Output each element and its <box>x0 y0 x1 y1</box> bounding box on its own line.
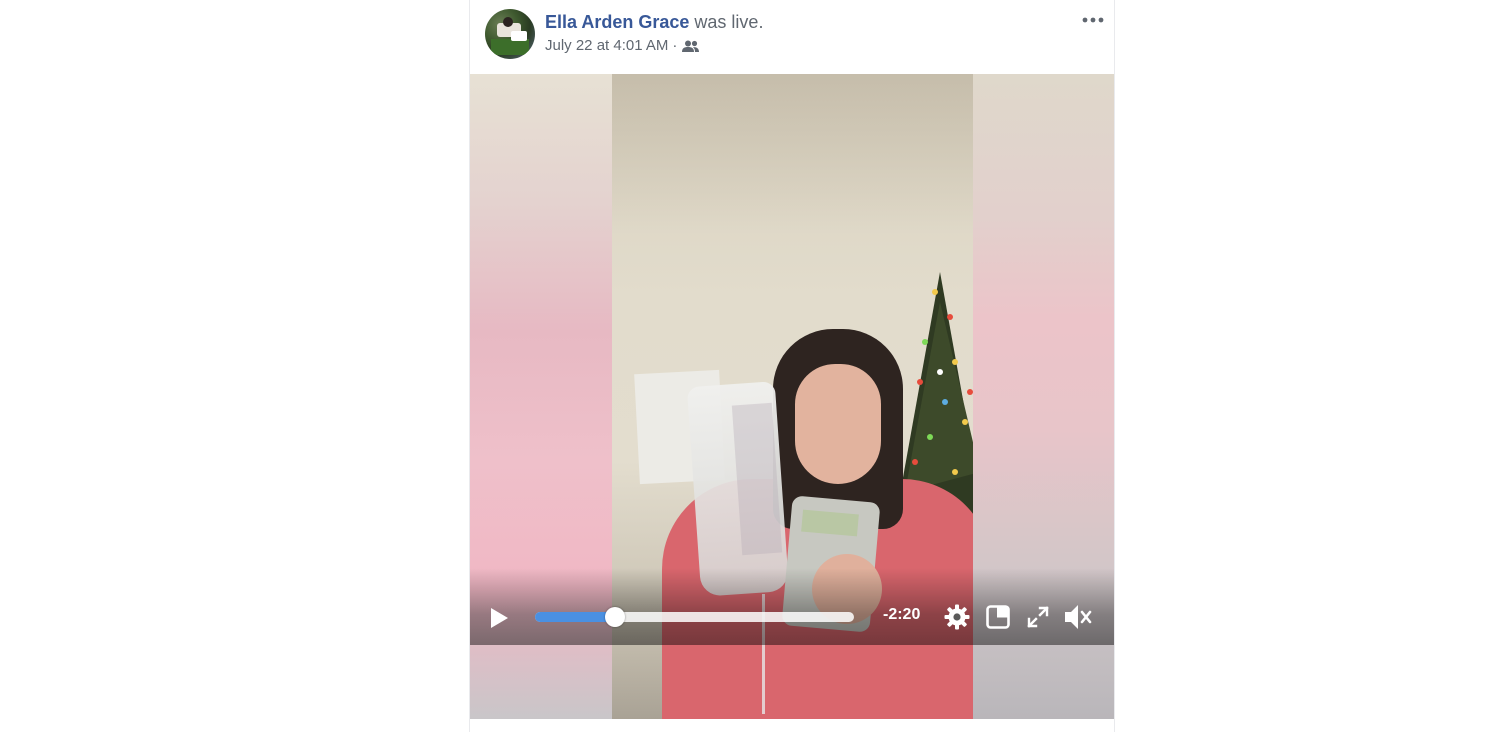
author-name-link[interactable]: Ella Arden Grace <box>545 12 689 32</box>
friends-icon[interactable] <box>682 40 700 53</box>
post-header: Ella Arden Grace was live. July 22 at 4:… <box>470 0 1114 74</box>
picture-in-picture-icon[interactable] <box>983 602 1013 632</box>
fullscreen-icon[interactable] <box>1023 602 1053 632</box>
video-scrubber-handle[interactable] <box>604 607 625 627</box>
live-status-text: was live. <box>694 12 764 32</box>
video-progress-fill <box>535 612 615 622</box>
time-remaining: -2:20 <box>883 606 921 623</box>
author-avatar[interactable] <box>485 9 535 59</box>
post-meta: July 22 at 4:01 AM · <box>545 37 700 55</box>
post-title-line: Ella Arden Grace was live. <box>545 11 763 33</box>
video-controls-bar <box>470 568 1114 645</box>
meta-separator: · <box>672 37 678 54</box>
person-face <box>795 364 881 484</box>
gear-icon[interactable] <box>942 602 972 632</box>
play-icon[interactable] <box>485 604 513 632</box>
post-timestamp[interactable]: July 22 at 4:01 AM <box>545 37 668 55</box>
more-options-icon[interactable] <box>1080 10 1106 30</box>
video-progress-bar[interactable] <box>535 607 854 627</box>
muted-speaker-icon[interactable] <box>1062 601 1094 633</box>
live-video-post: Ella Arden Grace was live. July 22 at 4:… <box>469 0 1115 732</box>
